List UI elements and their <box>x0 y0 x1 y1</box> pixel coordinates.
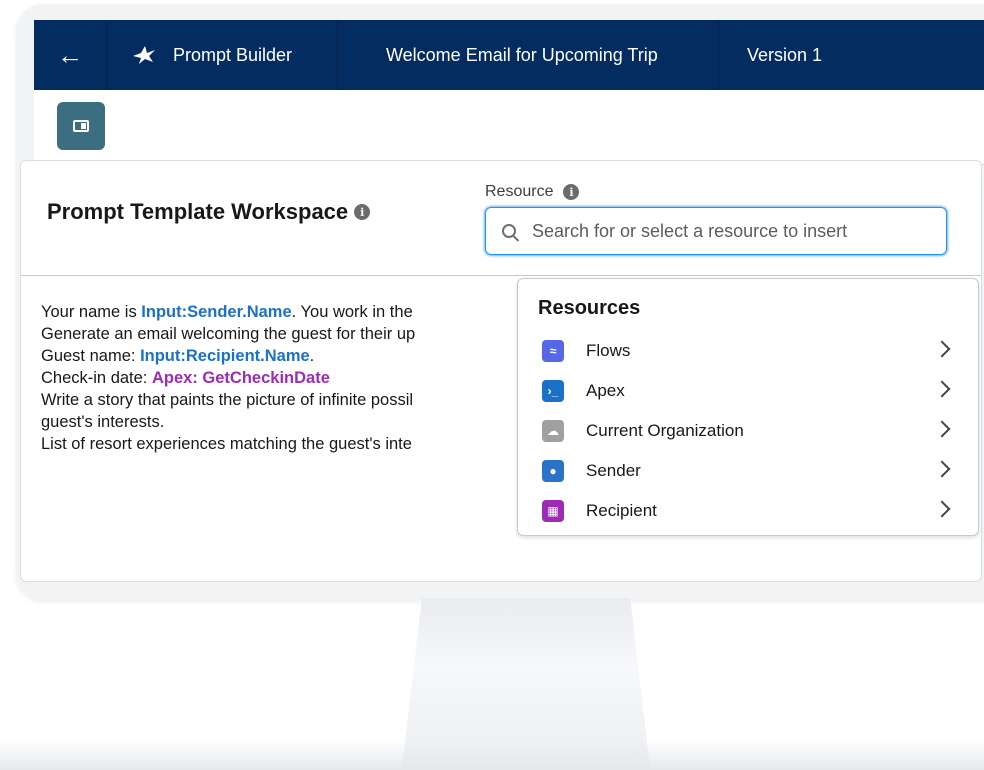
prompt-line: guest's interests. <box>41 413 165 431</box>
back-button[interactable]: ← <box>34 20 106 90</box>
apex-icon: ›_ <box>542 380 564 402</box>
chevron-right-icon <box>933 460 951 478</box>
resource-item-current-organization[interactable]: ☁ Current Organization <box>518 411 978 451</box>
page-title: Prompt Template Workspace i <box>47 199 371 225</box>
template-name[interactable]: Welcome Email for Upcoming Trip <box>338 20 718 90</box>
search-icon <box>502 224 516 238</box>
chevron-right-icon <box>933 340 951 358</box>
app-title: Prompt Builder <box>107 20 337 90</box>
chevron-right-icon <box>933 500 951 518</box>
top-bar: ← Prompt Builder Welcome Email for Upcom… <box>34 20 984 90</box>
workspace-header: Prompt Template Workspace i Resource i <box>21 161 981 276</box>
user-icon: ● <box>542 460 564 482</box>
resource-label: Resource i <box>485 183 580 201</box>
chevron-right-icon <box>933 420 951 438</box>
panel-toggle-icon <box>73 120 89 132</box>
merge-field-token[interactable]: Input:Sender.Name <box>141 303 291 321</box>
resource-item-apex[interactable]: ›_ Apex <box>518 371 978 411</box>
info-icon[interactable]: i <box>563 184 580 200</box>
cloud-icon: ☁ <box>542 420 564 442</box>
prompt-editor[interactable]: Your name is Input:Sender.Name. You work… <box>41 301 415 455</box>
resource-search-input[interactable] <box>530 219 934 243</box>
version-selector[interactable]: Version 1 <box>719 20 919 90</box>
prompt-line: Your name is Input:Sender.Name. You work… <box>41 303 413 321</box>
hummingbird-icon <box>133 46 155 64</box>
prompt-line: Guest name: Input:Recipient.Name. <box>41 347 315 365</box>
info-icon[interactable]: i <box>354 204 371 220</box>
prompt-line: List of resort experiences matching the … <box>41 435 412 453</box>
app-name: Prompt Builder <box>173 44 293 65</box>
prompt-line: Write a story that paints the picture of… <box>41 391 414 409</box>
flow-icon: ≈ <box>542 340 564 362</box>
prompt-line: Check-in date: Apex: GetCheckinDate <box>41 369 330 387</box>
resource-item-flows[interactable]: ≈ Flows <box>518 331 978 371</box>
merge-field-token[interactable]: Apex: GetCheckinDate <box>152 369 330 387</box>
monitor-base-shadow <box>0 740 984 770</box>
arrow-left-icon: ← <box>57 39 83 70</box>
resource-item-sender[interactable]: ● Sender <box>518 451 978 491</box>
resource-item-recipient[interactable]: ▦ Recipient <box>518 491 978 531</box>
resources-dropdown: Resources ≈ Flows ›_ Apex ☁ Current Orga… <box>517 278 979 536</box>
contact-card-icon: ▦ <box>542 500 564 522</box>
prompt-line: Generate an email welcoming the guest fo… <box>41 325 416 343</box>
toolbar <box>34 90 984 165</box>
panel-toggle-button[interactable] <box>57 102 105 150</box>
merge-field-token[interactable]: Input:Recipient.Name <box>140 347 310 365</box>
dropdown-title: Resources <box>538 297 641 319</box>
chevron-right-icon <box>933 380 951 398</box>
resource-search-box[interactable] <box>485 207 947 255</box>
